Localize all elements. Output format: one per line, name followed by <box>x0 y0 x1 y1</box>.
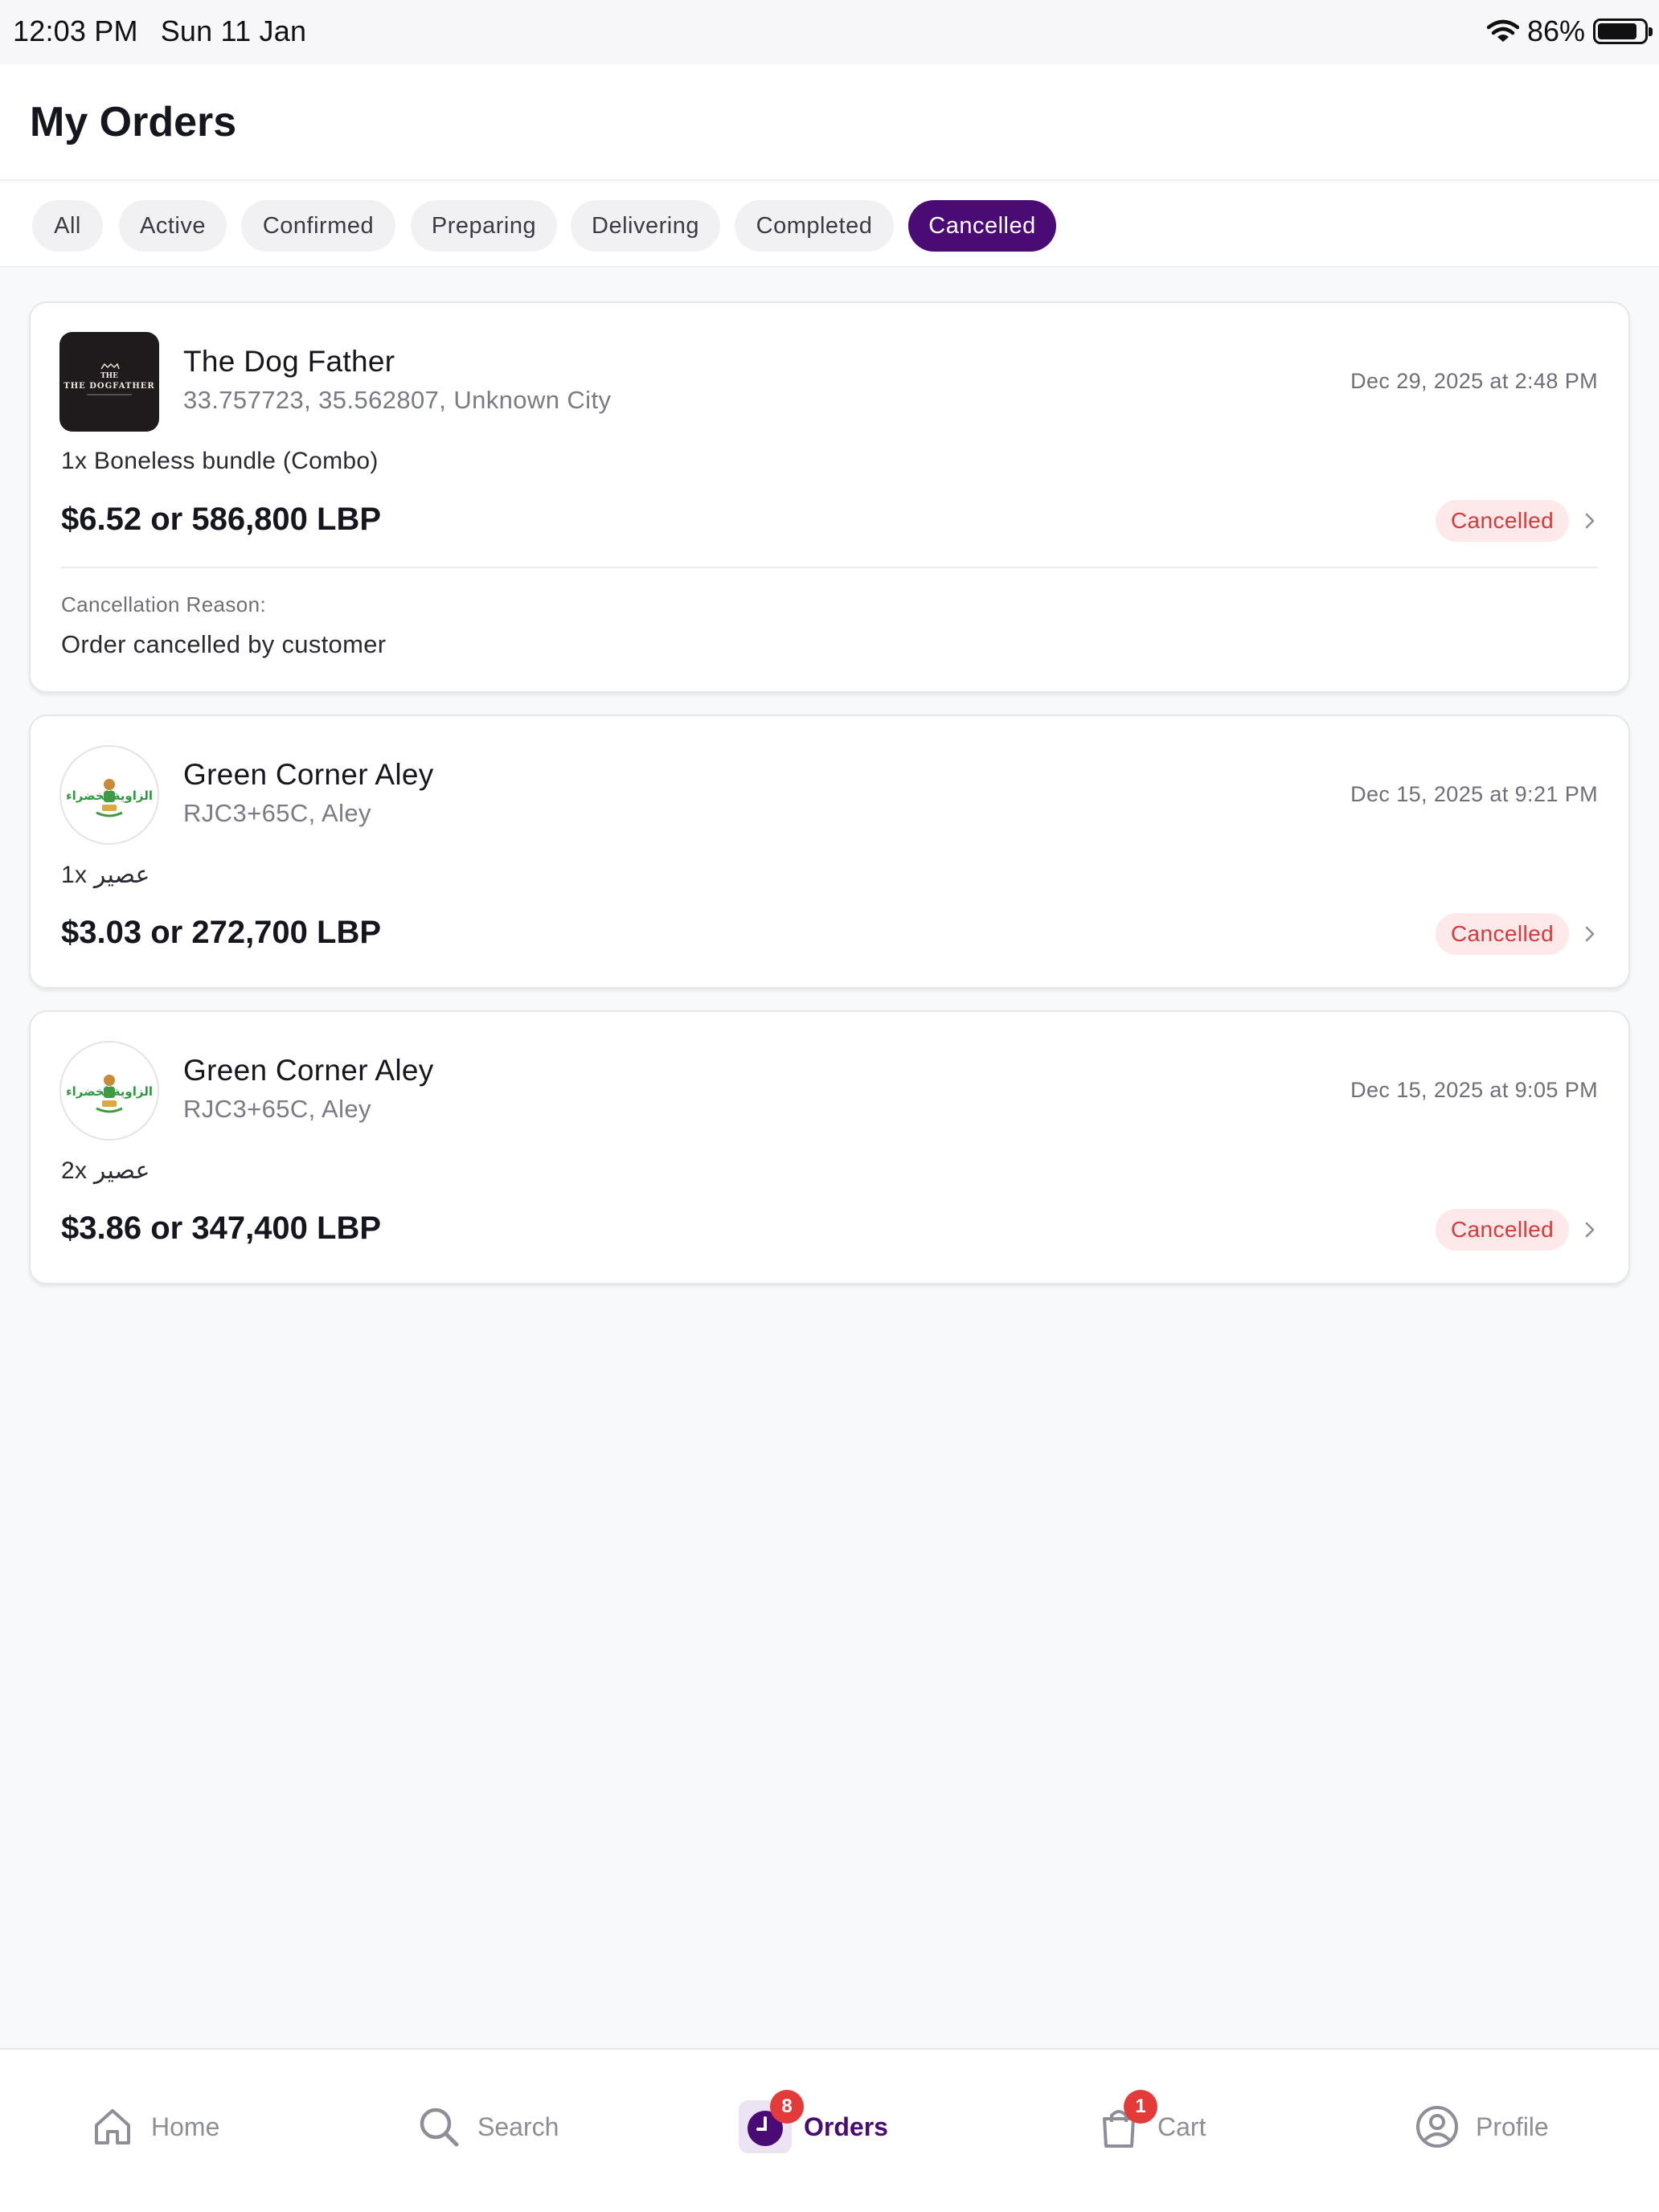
chevron-right-icon <box>1580 505 1600 537</box>
orders-count-badge: 8 <box>770 2090 804 2124</box>
cancellation-reason-label: Cancellation Reason: <box>61 592 267 616</box>
svg-text:الزاوية: الزاوية <box>113 789 153 803</box>
order-card[interactable]: الزاوية الخضراء Green Corner Aley RJC3+6… <box>29 1010 1630 1284</box>
restaurant-name: Green Corner Aley <box>183 758 434 791</box>
status-bar: 12:03 PM Sun 11 Jan 86% <box>0 0 1659 64</box>
status-time-date: 12:03 PM Sun 11 Jan <box>13 14 329 48</box>
nav-label: Home <box>151 2112 220 2141</box>
restaurant-name: The Dog Father <box>183 345 395 378</box>
order-filter-tabs: All Active Confirmed Preparing Deliverin… <box>0 182 1659 268</box>
battery-percent: 86% <box>1526 14 1585 47</box>
order-items: 2x عصير <box>61 1157 150 1184</box>
tab-preparing[interactable]: Preparing <box>411 200 557 252</box>
order-date: Dec 15, 2025 at 9:21 PM <box>1350 782 1598 806</box>
restaurant-address: RJC3+65C, Aley <box>183 799 371 827</box>
tab-label: Confirmed <box>262 212 375 239</box>
nav-profile[interactable]: Profile <box>1415 2098 1549 2156</box>
restaurant-logo: THE THE DOGFATHER <box>59 332 159 432</box>
tab-all[interactable]: All <box>32 200 103 252</box>
restaurant-logo: الزاوية الخضراء <box>59 745 159 845</box>
home-icon <box>90 2104 135 2149</box>
wifi-icon <box>1486 19 1519 42</box>
order-date: Dec 29, 2025 at 2:48 PM <box>1350 369 1598 393</box>
status-indicators: 86% <box>1486 13 1653 50</box>
restaurant-name: Green Corner Aley <box>183 1054 434 1087</box>
nav-search[interactable]: Search <box>416 2098 559 2156</box>
green-corner-logo-icon: الزاوية الخضراء <box>66 779 153 817</box>
tab-cancelled[interactable]: Cancelled <box>908 200 1056 252</box>
tab-label: Active <box>140 212 206 239</box>
nav-orders[interactable]: 8 Orders <box>739 2090 888 2156</box>
divider <box>61 567 1598 568</box>
cancellation-reason: Order cancelled by customer <box>61 630 387 658</box>
status-date: Sun 11 Jan <box>160 14 307 47</box>
page-title: My Orders <box>30 99 237 145</box>
nav-label: Cart <box>1157 2112 1206 2141</box>
nav-label: Profile <box>1476 2112 1549 2141</box>
order-price: $3.03 or 272,700 LBP <box>61 915 382 950</box>
status-badge: Cancelled <box>1436 1209 1569 1251</box>
tab-completed[interactable]: Completed <box>735 200 894 252</box>
nav-cart[interactable]: 1 Cart <box>1096 2090 1206 2156</box>
order-card[interactable]: الزاوية الخضراء Green Corner Aley RJC3+6… <box>29 715 1630 989</box>
orders-icon: 8 <box>739 2090 804 2153</box>
chevron-right-icon <box>1580 918 1600 950</box>
restaurant-address: RJC3+65C, Aley <box>183 1095 371 1123</box>
tab-active[interactable]: Active <box>119 200 227 252</box>
bottom-nav: Home Search 8 Orders 1 Cart Profile <box>0 2048 1659 2212</box>
order-items: 1x Boneless bundle (Combo) <box>61 448 379 474</box>
chevron-right-icon <box>1580 1214 1600 1246</box>
battery-icon <box>1593 18 1653 44</box>
cart-icon: 1 <box>1096 2090 1157 2149</box>
order-date: Dec 15, 2025 at 9:05 PM <box>1350 1078 1598 1102</box>
green-corner-logo-icon: الزاوية الخضراء <box>66 1075 153 1113</box>
tab-label: Preparing <box>431 212 537 239</box>
order-price: $6.52 or 586,800 LBP <box>61 502 382 537</box>
nav-home[interactable]: Home <box>90 2098 219 2156</box>
svg-text:الزاوية: الزاوية <box>113 1084 153 1099</box>
tab-label: Delivering <box>592 212 699 239</box>
dogfather-logo-icon: THE THE DOGFATHER <box>63 363 154 395</box>
status-time: 12:03 PM <box>13 14 138 47</box>
tab-label: Completed <box>756 212 873 239</box>
page-header: My Orders <box>0 64 1659 181</box>
restaurant-logo: الزاوية الخضراء <box>59 1041 159 1141</box>
tab-label: All <box>54 212 81 239</box>
svg-text:THE: THE <box>100 372 118 380</box>
svg-text:THE DOGFATHER: THE DOGFATHER <box>63 382 154 391</box>
restaurant-address: 33.757723, 35.562807, Unknown City <box>183 386 612 414</box>
nav-label: Search <box>477 2112 559 2141</box>
status-badge: Cancelled <box>1436 500 1569 542</box>
status-badge: Cancelled <box>1436 913 1569 955</box>
cart-count-badge: 1 <box>1124 2090 1157 2124</box>
profile-icon <box>1415 2104 1460 2149</box>
search-icon <box>416 2104 461 2149</box>
order-price: $3.86 or 347,400 LBP <box>61 1210 382 1246</box>
tab-confirmed[interactable]: Confirmed <box>241 200 395 252</box>
tab-label: Cancelled <box>928 212 1036 239</box>
order-card[interactable]: THE THE DOGFATHER The Dog Father 33.7577… <box>29 301 1630 693</box>
tab-delivering[interactable]: Delivering <box>571 200 720 252</box>
order-items: 1x عصير <box>61 862 150 888</box>
nav-label: Orders <box>804 2112 888 2141</box>
